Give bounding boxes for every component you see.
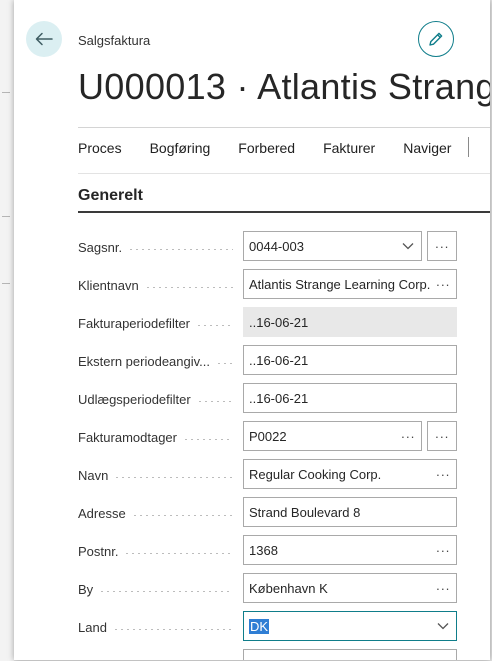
background-mark	[2, 283, 10, 284]
ellipsis-icon[interactable]: ···	[430, 543, 456, 558]
breadcrumb: Salgsfaktura	[78, 33, 151, 48]
action-proces[interactable]: Proces	[78, 140, 122, 156]
selected-text: DK	[249, 618, 270, 634]
field-value: Strand Boulevard 8	[249, 504, 361, 520]
chevron-down-icon[interactable]	[430, 622, 456, 630]
field-value: ..16-06-21	[249, 352, 309, 368]
background-mark	[2, 216, 10, 217]
udlaegsperiodefilter-field[interactable]: ..16-06-21	[243, 383, 457, 413]
sagsnr-lookup-button[interactable]: ···	[427, 231, 457, 261]
action-bogforing[interactable]: Bogføring	[150, 140, 211, 156]
land-dropdown[interactable]: DK	[243, 611, 457, 641]
ellipsis-icon: ···	[434, 238, 450, 254]
by-field[interactable]: København K ···	[243, 573, 457, 603]
action-forbered[interactable]: Forbered	[238, 140, 295, 156]
field-label: Postnr.	[78, 542, 233, 560]
background-page-strip	[0, 0, 14, 661]
klientnavn-field[interactable]: Atlantis Strange Learning Corp. ···	[243, 269, 457, 299]
section-underline	[78, 211, 490, 213]
pencil-icon	[429, 32, 443, 46]
ekstern-periodeangivelse-field[interactable]: ..16-06-21	[243, 345, 457, 375]
field-label: Sagsnr.	[78, 238, 233, 256]
field-label: Ekstern periodeangiv...	[78, 352, 233, 370]
back-button[interactable]	[26, 21, 62, 57]
field-value: P0022	[249, 428, 287, 444]
ellipsis-icon[interactable]: ···	[430, 277, 456, 292]
field-label: Fakturamodtager	[78, 428, 233, 446]
field-label: Udlægsperiodefilter	[78, 390, 233, 408]
field-value: København K	[249, 580, 328, 596]
field-value: ..16-06-21	[249, 390, 309, 406]
page-title: U000013 · Atlantis Strange Learning Corp…	[78, 66, 490, 107]
field-label: By	[78, 580, 233, 598]
action-bar: Proces Bogføring Forbered Fakturer Navig…	[78, 140, 479, 156]
field-value: ..16-06-21	[249, 314, 309, 330]
field-label: Navn	[78, 466, 233, 484]
ellipsis-icon: ···	[434, 428, 450, 444]
section-title-generelt: Generelt	[78, 187, 143, 204]
chevron-down-icon[interactable]	[395, 242, 421, 250]
field-value: 0044-003	[249, 238, 304, 254]
ellipsis-icon[interactable]: ···	[430, 581, 456, 596]
field-label: Klientnavn	[78, 276, 233, 294]
fakturamodtager-field[interactable]: P0022 ···	[243, 421, 422, 451]
sagsnr-dropdown[interactable]: 0044-003	[243, 231, 422, 261]
arrow-left-icon	[35, 32, 53, 46]
sales-invoice-card: Salgsfaktura U000013 · Atlantis Strange …	[14, 0, 490, 660]
ellipsis-icon[interactable]: ···	[430, 467, 456, 482]
field-label: Fakturaperiodefilter	[78, 314, 233, 332]
fakturamodtager-lookup-button[interactable]: ···	[427, 421, 457, 451]
action-fakturer[interactable]: Fakturer	[323, 140, 375, 156]
field-value: DK	[249, 618, 430, 634]
field-value: Regular Cooking Corp.	[249, 466, 382, 482]
action-bar-divider	[78, 173, 490, 174]
ellipsis-icon[interactable]: ···	[395, 429, 421, 444]
fakturaperiodefilter-field: ..16-06-21	[243, 307, 457, 337]
background-mark	[2, 92, 10, 93]
title-divider	[78, 127, 490, 128]
navn-field[interactable]: Regular Cooking Corp. ···	[243, 459, 457, 489]
field-value: Atlantis Strange Learning Corp.	[249, 276, 430, 292]
field-label: Land	[78, 618, 233, 636]
next-field[interactable]	[243, 649, 457, 660]
action-naviger[interactable]: Naviger	[403, 140, 451, 156]
field-label: Adresse	[78, 504, 233, 522]
postnr-field[interactable]: 1368 ···	[243, 535, 457, 565]
action-bar-separator	[468, 137, 469, 157]
edit-button[interactable]	[418, 21, 454, 57]
adresse-field[interactable]: Strand Boulevard 8	[243, 497, 457, 527]
field-value: 1368	[249, 542, 278, 558]
